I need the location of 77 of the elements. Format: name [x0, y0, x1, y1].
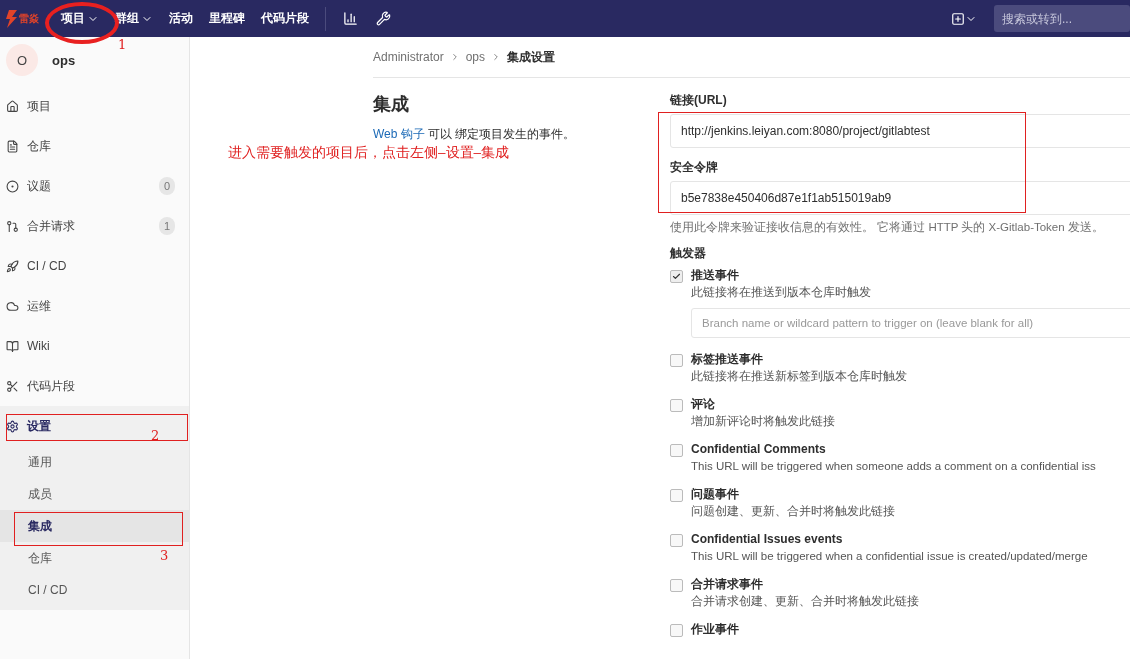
breadcrumb-link[interactable]: ops [465, 50, 486, 64]
annotation-number: 2 [151, 428, 160, 443]
chart-icon[interactable] [343, 11, 358, 26]
annotation-note: 进入需要触发的项目后，点击左侧–设置–集成 [228, 144, 510, 162]
token-field[interactable]: b5e7838e450406d87e1f1ab515019ab9 [670, 181, 1130, 215]
trigger-description: 合并请求创建、更新、合并时将触发此链接 [691, 594, 919, 609]
sidebar-item[interactable]: Wiki [0, 326, 189, 366]
trigger-description: 此链接将在推送新标签到版本仓库时触发 [691, 369, 907, 384]
trigger-label: 评论 [691, 396, 716, 412]
nav-link[interactable]: 项目 [53, 10, 107, 27]
trigger-description: This URL will be triggered when someone adds a comment on a confidential iss [691, 459, 1096, 474]
sidebar-icon [6, 379, 19, 393]
checkbox[interactable] [670, 624, 683, 637]
checkbox[interactable] [670, 489, 683, 502]
trigger-label: 标签推送事件 [691, 351, 764, 367]
count-badge: 0 [159, 177, 175, 195]
logo-icon [6, 9, 18, 28]
trigger-label: Confidential Comments [691, 441, 827, 457]
field-label: 链接(URL) [670, 92, 728, 109]
project-name[interactable]: ops [52, 52, 76, 68]
section-title: 集成 [373, 93, 410, 116]
trigger-description: 问题创建、更新、合并时将触发此链接 [691, 504, 895, 519]
nav-link[interactable]: 代码片段 [253, 10, 317, 27]
pattern-field[interactable]: Branch name or wildcard pattern to trigger on (leave blank for all) [691, 308, 1130, 338]
url-field[interactable]: http://jenkins.leiyan.com:8080/project/gitlabtest [670, 114, 1130, 148]
breadcrumb-link[interactable]: Administrator [373, 50, 444, 64]
sidebar-icon [6, 179, 19, 193]
section-description: Web 钩子 可以 绑定项目发生的事件。 [373, 126, 577, 143]
sidebar-item[interactable]: 项目 [0, 86, 189, 126]
submenu-item[interactable]: CI / CD [0, 574, 100, 606]
annotation-number: 3 [160, 548, 169, 563]
submenu-item[interactable]: 成员 [0, 478, 100, 510]
check-icon [672, 272, 681, 281]
checkbox[interactable] [670, 534, 683, 547]
trigger-description: 增加新评论时将触发此链接 [691, 414, 835, 429]
annotation-number: 1 [118, 37, 127, 52]
webhook-link[interactable]: Web 钩子 [373, 127, 425, 141]
checkbox[interactable] [670, 579, 683, 592]
count-badge: 1 [159, 217, 175, 235]
checkbox[interactable] [670, 270, 683, 283]
sidebar-icon [6, 419, 19, 433]
field-label: 安全令牌 [670, 159, 719, 176]
checkbox[interactable] [670, 444, 683, 457]
sidebar-icon [6, 139, 19, 153]
trigger-label: 作业事件 [691, 621, 739, 637]
sidebar-icon [6, 219, 19, 233]
sidebar-item[interactable]: 议题 0 [0, 166, 189, 206]
trigger-label: 推送事件 [691, 267, 740, 283]
search-field[interactable]: 搜索或转到... [994, 5, 1130, 32]
trigger-description: 此链接将在推送到版本仓库时触发 [691, 285, 872, 300]
sidebar-item[interactable]: 仓库 [0, 126, 189, 166]
nav-link[interactable]: 活动 [161, 10, 201, 27]
sidebar-icon [6, 339, 19, 353]
submenu-item[interactable]: 仓库 [0, 542, 100, 574]
checkbox[interactable] [670, 354, 683, 367]
sidebar-item[interactable]: 运维 [0, 286, 189, 326]
submenu-item[interactable]: 通用 [0, 446, 100, 478]
trigger-label: 问题事件 [691, 486, 740, 502]
field-hint: 使用此令牌来验证接收信息的有效性。 它将通过 HTTP 头的 X-Gitlab-Token 发送。 [670, 220, 1105, 235]
sidebar-icon [6, 99, 19, 113]
trigger-description: This URL will be triggered when a confidential issue is created/updated/merge [691, 549, 1088, 564]
wrench-icon[interactable] [376, 11, 391, 26]
new-item-icon[interactable] [951, 11, 965, 26]
breadcrumb-link[interactable]: 集成设置 [507, 48, 556, 66]
sidebar-icon [6, 259, 19, 273]
sidebar-icon [6, 299, 19, 313]
trigger-label: Confidential Issues events [691, 531, 844, 547]
nav-link[interactable]: 里程碑 [201, 10, 253, 27]
project-avatar: O [6, 44, 38, 76]
submenu-item[interactable]: 集成 [0, 510, 189, 542]
field-label: 触发器 [670, 245, 707, 262]
trigger-label: 合并请求事件 [691, 576, 764, 592]
logo-text: 雷焱 [19, 11, 39, 26]
sidebar-item[interactable]: 代码片段 [0, 366, 189, 406]
sidebar-item[interactable]: CI / CD [0, 246, 189, 286]
sidebar-item[interactable]: 合并请求 1 [0, 206, 189, 246]
checkbox[interactable] [670, 399, 683, 412]
